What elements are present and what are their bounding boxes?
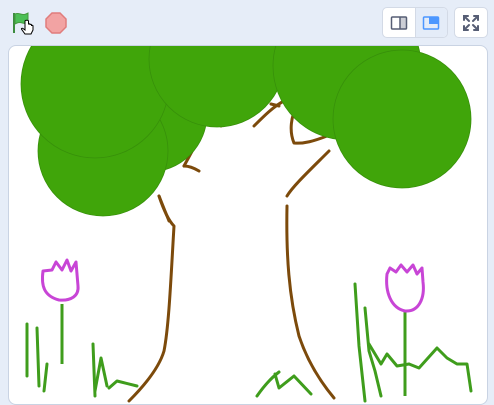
tulip-left: [40, 258, 80, 364]
stage-canvas: [20, 46, 473, 403]
stop-sign-icon: [45, 12, 67, 34]
green-flag-button[interactable]: [9, 9, 39, 39]
normal-stage-button[interactable]: [414, 8, 447, 37]
green-flag-icon: [13, 12, 34, 35]
fullscreen-icon: [463, 14, 479, 31]
stage[interactable]: [8, 45, 488, 405]
tree-foliage: [20, 46, 472, 217]
normal-stage-icon: [423, 15, 440, 30]
small-stage-button[interactable]: [383, 8, 415, 37]
stage-toolbar: [0, 0, 494, 44]
stop-button[interactable]: [42, 9, 70, 37]
fullscreen-button[interactable]: [454, 7, 488, 38]
stage-size-toggle: [382, 7, 448, 38]
tulip-right: [385, 263, 425, 396]
small-stage-icon: [390, 15, 407, 30]
